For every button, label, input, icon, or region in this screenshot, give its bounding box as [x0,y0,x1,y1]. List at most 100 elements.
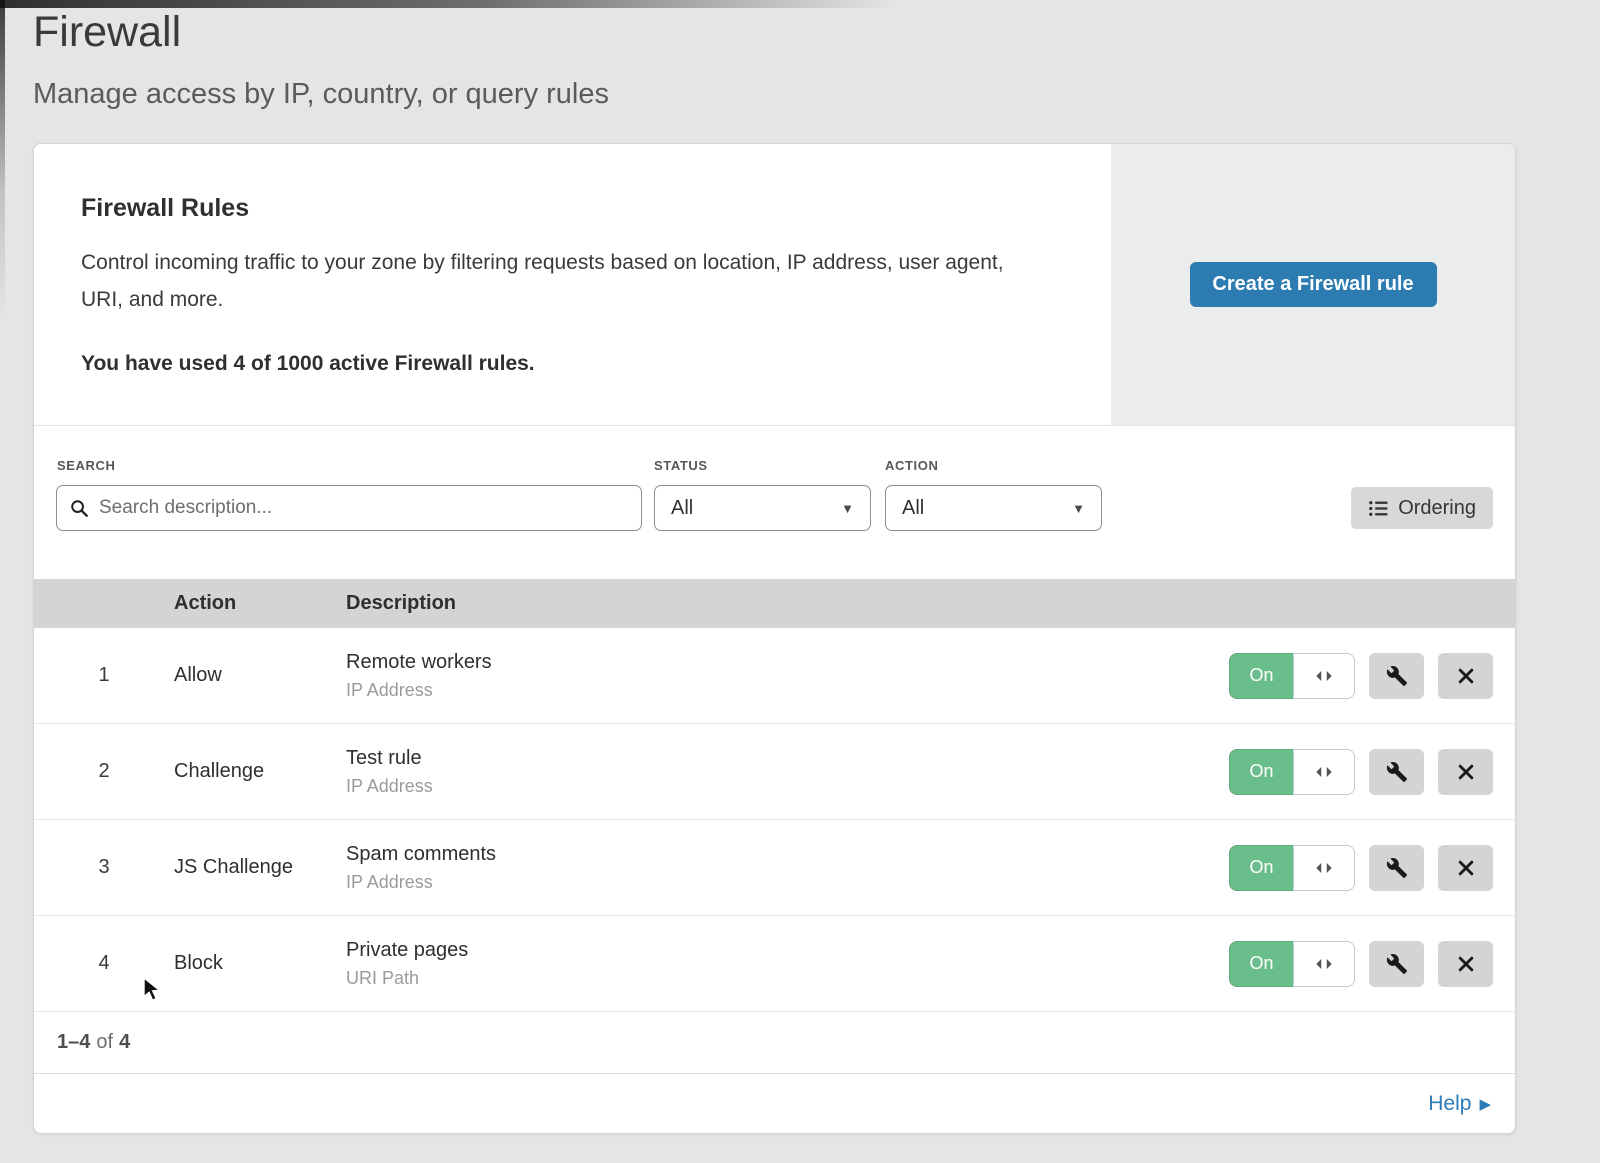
help-link-label: Help [1428,1092,1471,1116]
search-input[interactable] [99,497,629,519]
rule-match-type: URI Path [346,968,1215,989]
create-firewall-rule-button[interactable]: Create a Firewall rule [1190,262,1437,307]
edit-rule-button[interactable] [1369,653,1424,699]
toggle-on-button[interactable]: On [1229,941,1293,987]
delete-rule-button[interactable] [1438,845,1493,891]
rule-priority: 1 [34,664,174,687]
delete-rule-button[interactable] [1438,749,1493,795]
status-label: STATUS [654,458,708,473]
wrench-icon [1386,665,1408,687]
rule-description: Private pages [346,939,1215,962]
description-column-header: Description [346,592,1215,615]
close-icon [1456,762,1476,782]
pagination-range: 1–4 [57,1031,90,1054]
left-right-arrows-icon [1313,668,1335,684]
edit-rule-button[interactable] [1369,749,1424,795]
status-select[interactable]: All ▼ [654,485,871,531]
chevron-down-icon: ▼ [1072,501,1085,516]
edit-rule-button[interactable] [1369,941,1424,987]
rule-description: Test rule [346,747,1215,770]
close-icon [1456,954,1476,974]
panel-description: Control incoming traffic to your zone by… [81,244,1031,318]
rule-priority: 4 [34,952,174,975]
status-select-value: All [671,497,693,520]
pagination-of: of [96,1031,113,1054]
card-footer: Help ▶ [34,1074,1515,1133]
rule-controls: On [1215,845,1515,891]
rule-controls: On [1215,653,1515,699]
table-row: 4 Block Private pages URI Path On [34,916,1515,1012]
rule-controls: On [1215,749,1515,795]
action-column-header: Action [174,592,346,615]
ordered-list-icon [1368,498,1389,519]
rule-description-cell: Remote workers IP Address [346,651,1215,701]
toggle-expand-button[interactable] [1293,749,1355,795]
rule-description-cell: Private pages URI Path [346,939,1215,989]
rule-description: Spam comments [346,843,1215,866]
search-box [56,485,642,531]
table-row: 3 JS Challenge Spam comments IP Address … [34,820,1515,916]
rule-action: Allow [174,664,346,687]
close-icon [1456,858,1476,878]
toggle-expand-button[interactable] [1293,845,1355,891]
panel-title: Firewall Rules [81,194,1051,223]
rule-description: Remote workers [346,651,1215,674]
toggle-expand-button[interactable] [1293,653,1355,699]
left-right-arrows-icon [1313,860,1335,876]
search-icon [69,498,90,519]
toggle-on-button[interactable]: On [1229,653,1293,699]
help-link[interactable]: Help ▶ [1428,1092,1491,1116]
arrow-right-icon: ▶ [1479,1095,1491,1113]
delete-rule-button[interactable] [1438,941,1493,987]
table-header: Action Description [34,579,1515,628]
panel-info: Firewall Rules Control incoming traffic … [34,144,1111,425]
rules-list: 1 Allow Remote workers IP Address On [34,628,1515,1012]
rule-enabled-toggle: On [1229,845,1355,891]
search-label: SEARCH [57,458,116,473]
screenshot-top-edge [0,0,900,8]
rule-enabled-toggle: On [1229,749,1355,795]
page-subtitle: Manage access by IP, country, or query r… [33,78,609,111]
left-right-arrows-icon [1313,956,1335,972]
firewall-rules-card: Firewall Rules Control incoming traffic … [33,143,1516,1134]
delete-rule-button[interactable] [1438,653,1493,699]
wrench-icon [1386,953,1408,975]
rule-match-type: IP Address [346,776,1215,797]
card-header-section: Firewall Rules Control incoming traffic … [34,144,1515,426]
rule-action: JS Challenge [174,856,346,879]
rule-action: Challenge [174,760,346,783]
pagination-total: 4 [119,1031,130,1054]
chevron-down-icon: ▼ [841,501,854,516]
ordering-button[interactable]: Ordering [1351,487,1493,529]
table-row: 1 Allow Remote workers IP Address On [34,628,1515,724]
ordering-button-label: Ordering [1398,497,1476,520]
left-right-arrows-icon [1313,764,1335,780]
pagination: 1–4 of 4 [34,1012,1515,1074]
usage-note: You have used 4 of 1000 active Firewall … [81,352,1051,376]
page-title: Firewall [33,8,181,57]
rule-priority: 2 [34,760,174,783]
action-select-value: All [902,497,924,520]
edit-rule-button[interactable] [1369,845,1424,891]
action-label: ACTION [885,458,938,473]
close-icon [1456,666,1476,686]
screenshot-left-edge [0,0,5,320]
wrench-icon [1386,857,1408,879]
toggle-on-button[interactable]: On [1229,845,1293,891]
table-row: 2 Challenge Test rule IP Address On [34,724,1515,820]
create-rule-panel: Create a Firewall rule [1111,144,1515,425]
toggle-on-button[interactable]: On [1229,749,1293,795]
rule-controls: On [1215,941,1515,987]
rule-enabled-toggle: On [1229,941,1355,987]
action-select[interactable]: All ▼ [885,485,1102,531]
rule-description-cell: Test rule IP Address [346,747,1215,797]
rule-match-type: IP Address [346,872,1215,893]
rule-description-cell: Spam comments IP Address [346,843,1215,893]
wrench-icon [1386,761,1408,783]
rule-action: Block [174,952,346,975]
toggle-expand-button[interactable] [1293,941,1355,987]
rule-match-type: IP Address [346,680,1215,701]
filter-bar: SEARCH STATUS ACTION All ▼ All ▼ [34,426,1515,579]
rule-priority: 3 [34,856,174,879]
rule-enabled-toggle: On [1229,653,1355,699]
